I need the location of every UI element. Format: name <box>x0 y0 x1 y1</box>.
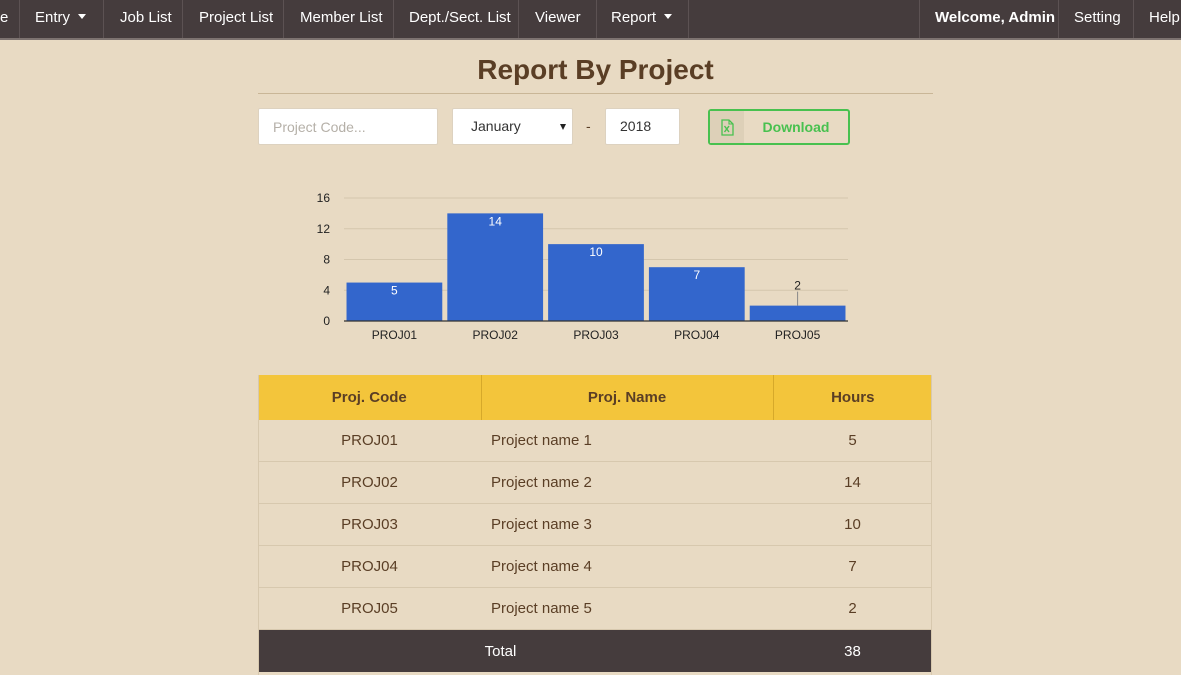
y-tick-label: 12 <box>317 222 331 236</box>
column-header-proj-code[interactable]: Proj. Code <box>258 375 482 420</box>
download-button[interactable]: Download <box>708 109 850 145</box>
table-cell-code: PROJ02 <box>258 461 481 504</box>
nav-item-report[interactable]: Report <box>597 0 689 38</box>
table-cell-code: PROJ05 <box>258 587 481 630</box>
table-cell-hours: 2 <box>773 587 932 630</box>
title-divider <box>258 93 933 94</box>
top-navbar: e Entry Job List Project List Member Lis… <box>0 0 1181 40</box>
bar <box>749 305 846 321</box>
date-separator: - <box>586 118 591 134</box>
table-cell-code: PROJ04 <box>258 545 481 588</box>
table-row[interactable]: PROJ03 Project name 3 10 <box>258 503 932 546</box>
nav-item-project-list-label: Project List <box>199 9 274 26</box>
total-label: Total <box>258 629 773 672</box>
nav-item-member-list-label: Member List <box>300 9 383 26</box>
bar-value-label: 10 <box>589 245 603 259</box>
caret-down-icon <box>78 13 87 19</box>
bar-value-label: 2 <box>794 279 801 293</box>
total-hours: 38 <box>773 629 932 672</box>
table-cell-name: Project name 2 <box>481 461 773 504</box>
table-cell-hours: 10 <box>773 503 932 546</box>
table-row[interactable]: PROJ01 Project name 15 <box>258 420 932 462</box>
report-table: Proj. Code Proj. Name Hours PROJ01 Projec… <box>258 375 932 672</box>
table-row[interactable]: PROJ05 Project name 52 <box>258 587 932 630</box>
nav-item-viewer-label: Viewer <box>535 9 581 26</box>
table-cell-name: Project name 3 <box>481 503 773 546</box>
x-tick-label: PROJ05 <box>775 328 821 342</box>
download-button-label: Download <box>762 119 830 135</box>
month-select-value: January <box>471 118 521 134</box>
bar <box>447 213 544 321</box>
nav-item-welcome-label: Welcome, Admin <box>935 9 1056 26</box>
excel-file-icon <box>710 111 744 143</box>
table-cell-name: Project name 4 <box>481 545 773 588</box>
hours-bar-chart: 0 4 8 12 16 5 PROJ01 14 PROJ02 10 PROJ03 7 PROJ04 2 PR… <box>317 191 848 342</box>
table-cell-hours: 14 <box>773 461 932 504</box>
nav-item-project-list[interactable]: Project List <box>183 0 284 38</box>
nav-item-welcome[interactable]: Welcome, Admin <box>919 0 1059 38</box>
table-total-row: Total 38 <box>258 629 932 672</box>
column-header-hours[interactable]: Hours <box>773 375 932 420</box>
nav-item-help-label: Help <box>1149 9 1180 26</box>
table-row[interactable]: PROJ04 Project name 47 <box>258 545 932 588</box>
page-title: Report By Project <box>477 54 714 85</box>
nav-item-viewer[interactable]: Viewer <box>519 0 597 38</box>
nav-item-setting[interactable]: Setting <box>1059 0 1134 38</box>
table-cell-hours: 5 <box>773 420 932 462</box>
year-input-value: 2018 <box>620 118 652 134</box>
year-input[interactable]: 2018 <box>605 108 680 145</box>
nav-item-dept-list[interactable]: Dept./Sect. List <box>394 0 519 38</box>
table-cell-name: Project name 5 <box>481 587 773 630</box>
nav-item-report-label: Report <box>611 9 657 26</box>
y-tick-label: 8 <box>323 253 330 267</box>
nav-item-job-list-label: Job List <box>120 9 172 26</box>
nav-item-help[interactable]: Help <box>1134 0 1181 38</box>
column-header-proj-name[interactable]: Proj. Name <box>481 375 774 420</box>
table-row[interactable]: PROJ02 Project name 2 14 <box>258 461 932 504</box>
y-tick-label: 4 <box>323 283 330 297</box>
month-select[interactable]: January <box>452 108 573 145</box>
caret-down-icon <box>664 13 673 19</box>
nav-item-member-list[interactable]: Member List <box>284 0 394 38</box>
table-cell-code: PROJ01 <box>258 420 481 462</box>
table-header-row: Proj. Code Proj. Name Hours <box>258 375 932 420</box>
table-cell-hours: 7 <box>773 545 932 588</box>
nav-item-entry-label: Entry <box>35 9 71 26</box>
x-tick-label: PROJ04 <box>674 328 720 342</box>
bar-value-label: 14 <box>489 214 503 228</box>
project-code-input[interactable] <box>258 108 438 145</box>
table-cell-name: Project name 1 <box>481 420 773 462</box>
y-tick-label: 0 <box>323 314 330 328</box>
nav-item-job-list[interactable]: Job List <box>104 0 183 38</box>
nav-item-partial[interactable]: e <box>0 0 20 38</box>
nav-item-dept-list-label: Dept./Sect. List <box>409 9 511 26</box>
table-cell-code: PROJ03 <box>258 503 481 546</box>
dropdown-arrow-icon <box>560 124 566 130</box>
nav-item-entry[interactable]: Entry <box>20 0 104 38</box>
x-tick-label: PROJ01 <box>372 328 418 342</box>
bar-value-label: 5 <box>391 284 398 298</box>
y-tick-label: 16 <box>317 191 331 205</box>
nav-item-setting-label: Setting <box>1074 9 1121 26</box>
x-tick-label: PROJ03 <box>573 328 619 342</box>
bar-value-label: 7 <box>693 268 700 282</box>
x-tick-label: PROJ02 <box>473 328 519 342</box>
nav-item-partial-label: e <box>0 9 9 26</box>
